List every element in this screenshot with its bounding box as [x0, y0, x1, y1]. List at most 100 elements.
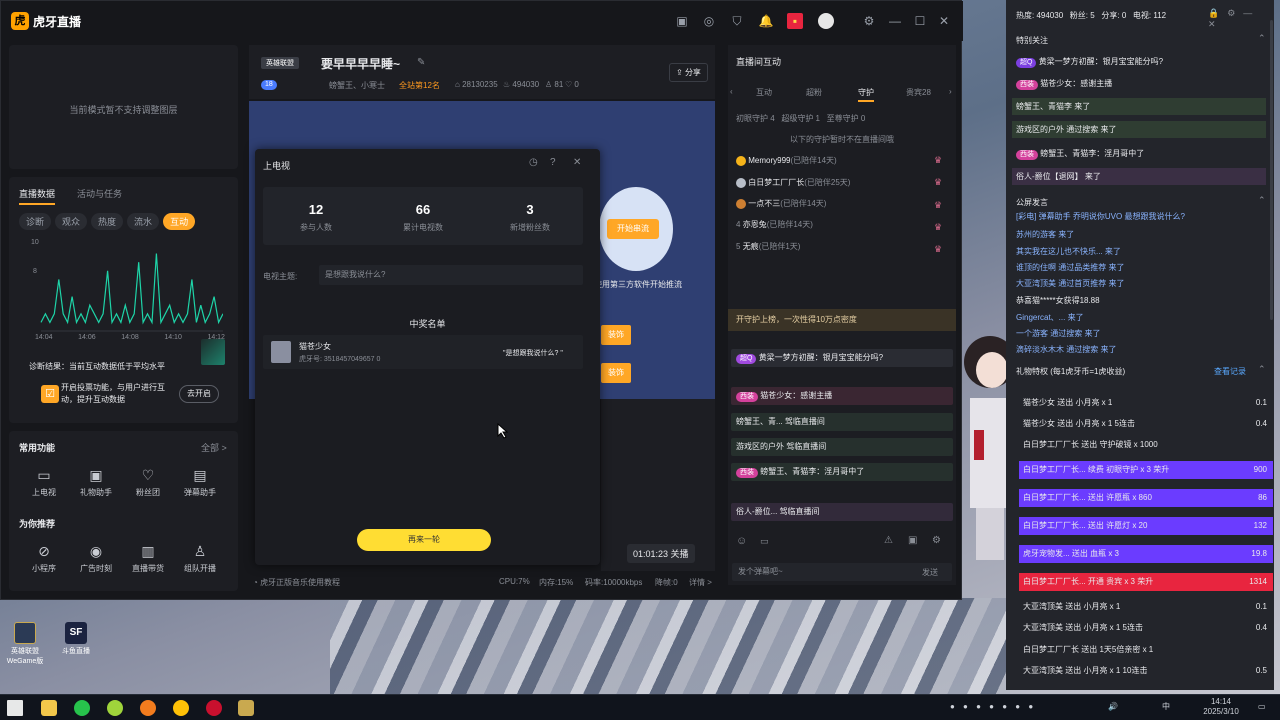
tool-fan-club[interactable]: ♡ 粉丝团 [123, 467, 173, 498]
tab-guard[interactable]: 守护 [858, 87, 874, 102]
chat-message[interactable]: 螃蟹王、青... 驾临直播间 [731, 413, 953, 431]
decoration-button[interactable]: 装饰 [601, 363, 631, 383]
view-records-link[interactable]: 查看记录 [1214, 366, 1246, 377]
volume-icon[interactable]: 🔊 [1108, 702, 1118, 712]
notification-icon[interactable]: ▭ [1258, 702, 1266, 712]
chip-diagnose[interactable]: 诊断 [19, 213, 52, 230]
shirt-icon[interactable]: ⛉ [729, 13, 745, 29]
gift-icon[interactable]: ▪ [787, 13, 803, 29]
tabs-next-icon[interactable]: › [949, 87, 952, 96]
danmaku-input[interactable]: 发个弹幕吧~ [732, 563, 952, 581]
lol-taskbar-icon[interactable] [238, 700, 254, 716]
music-hint[interactable]: ◔ 虎牙正版音乐使用教程 [253, 577, 340, 588]
ime-indicator[interactable]: 中 [1162, 702, 1170, 712]
stop-stream-timer[interactable]: 01:01:23 关播 [627, 544, 695, 563]
tool-mini-program[interactable]: ⊘ 小程序 [19, 543, 69, 574]
history-icon[interactable]: ◷ [529, 157, 538, 168]
wechat-icon[interactable] [74, 700, 90, 716]
guard-row[interactable]: 4 亦恩兔(已陪伴14天) [736, 219, 813, 230]
chat-message[interactable]: 俗人-爵位... 驾临直播间 [731, 503, 953, 521]
layer-panel: 当前模式暂不支持调整图层 [9, 45, 238, 169]
collapse-icon[interactable]: ⌃ [1258, 195, 1266, 206]
tool-danmaku-helper[interactable]: ▤ 弹幕助手 [175, 467, 225, 498]
gift-text: 大亚湾顶美 送出 小月亮 x 1 5连击 [1023, 623, 1144, 632]
close-icon[interactable]: ✕ [936, 13, 952, 29]
tray-icons[interactable]: ● ● ● ● ● ● ● [950, 702, 1100, 712]
guard-row[interactable]: 5 无痕(已陪伴1天) [736, 241, 800, 252]
send-button[interactable]: 发送 [922, 567, 938, 578]
warning-icon[interactable]: ⚠ [884, 535, 893, 546]
box-icon[interactable]: ▣ [674, 13, 690, 29]
chrome-icon[interactable] [107, 700, 123, 716]
firefox-icon[interactable] [140, 700, 156, 716]
obs-icon[interactable] [206, 700, 222, 716]
tool-ad-time[interactable]: ◉ 广告时刻 [71, 543, 121, 574]
clock[interactable]: 14:14 2025/3/10 [1196, 697, 1246, 717]
share-button[interactable]: ⇪ 分享 [669, 63, 708, 82]
chat-message[interactable]: 超Q 黄梁一梦方初醒：银月宝宝能分吗? [731, 349, 953, 367]
game-icon[interactable]: ◎ [701, 13, 717, 29]
settings-small-icon[interactable]: ⚙ [932, 535, 941, 546]
start-stream-button[interactable]: 开始串流 [607, 219, 659, 239]
minimize-icon[interactable]: — [887, 13, 903, 29]
another-round-button[interactable]: 再来一轮 [357, 529, 491, 551]
decoration-button[interactable]: 装饰 [601, 325, 631, 345]
tool-live-shopping[interactable]: ▥ 直播带货 [123, 543, 173, 574]
detail-link[interactable]: 详情 > [689, 577, 712, 588]
emoji-icon[interactable]: ☺ [736, 535, 747, 547]
chip-flow[interactable]: 流水 [127, 213, 160, 230]
desktop-icon-douyu[interactable]: SF 斗鱼直播 [54, 622, 98, 656]
guard-row[interactable]: 白日梦工厂厂长(已陪伴25天) [736, 177, 850, 188]
collapse-icon[interactable]: ⌃ [1258, 33, 1266, 44]
guard-name: Memory999 [748, 156, 791, 165]
huya-taskbar-icon[interactable] [173, 700, 189, 716]
gift-text: 大亚湾顶美 送出 小月亮 x 1 10连击 [1023, 666, 1148, 675]
guard-promo-banner[interactable]: 开守护上榜，一次性得10万点密度 [728, 309, 956, 331]
chat-message[interactable]: 西装 螃蟹王、青猫李：淫月哥中了 [731, 463, 953, 481]
chip-interaction[interactable]: 互动 [163, 213, 196, 230]
screenshot-icon[interactable]: ▣ [908, 535, 917, 546]
common-functions-title: 常用功能 [19, 443, 56, 453]
collapse-icon[interactable]: ⌃ [1258, 364, 1266, 375]
tip-open-button[interactable]: 去开启 [179, 385, 219, 403]
avatar[interactable] [818, 13, 834, 29]
heart-icon: ♡ [141, 467, 155, 483]
bell-icon[interactable]: 🔔 [758, 13, 774, 29]
tab-super-fans[interactable]: 超粉 [806, 87, 822, 98]
gift-row: 大亚湾顶美 送出 小月亮 x 1 5连击 0.4 [1019, 619, 1273, 637]
helper-scrollbar[interactable] [1270, 20, 1273, 320]
fans-stat: ♙ 81 [545, 80, 564, 89]
maximize-icon[interactable]: ☐ [912, 13, 928, 29]
tab-live-data[interactable]: 直播数据 [19, 187, 56, 205]
tabs-prev-icon[interactable]: ‹ [730, 87, 733, 96]
tab-activity-tasks[interactable]: 活动与任务 [77, 187, 122, 200]
tab-interaction[interactable]: 互动 [756, 87, 772, 98]
helper-window-controls[interactable]: 🔒⚙—✕ [1208, 8, 1274, 30]
tool-label: 上电视 [32, 488, 56, 497]
gift-value: 86 [1258, 493, 1267, 502]
desktop-icon-lol[interactable]: 英雄联盟WeGame版 [3, 622, 47, 666]
guard-badge-column: ♛ ♛ ♛ ♛ ♛ [934, 155, 948, 255]
chip-audience[interactable]: 观众 [55, 213, 88, 230]
windows-start-icon[interactable] [7, 700, 23, 716]
all-functions-link[interactable]: 全部 > [201, 441, 227, 454]
explorer-icon[interactable] [41, 700, 57, 716]
dialog-close-icon[interactable]: ✕ [573, 157, 581, 168]
chip-heat[interactable]: 热度 [91, 213, 124, 230]
chat-message[interactable]: 西装 猫苍少女：感谢主播 [731, 387, 953, 405]
tool-label: 弹幕助手 [184, 488, 216, 497]
help-icon[interactable]: ? [550, 157, 556, 168]
tool-gift-helper[interactable]: ▣ 礼物助手 [71, 467, 121, 498]
guard-row[interactable]: 一点不三(已陪伴14天) [736, 198, 826, 209]
chat-message[interactable]: 游戏区的户外 驾临直播间 [731, 438, 953, 456]
tab-vip[interactable]: 贵宾28 [906, 87, 931, 98]
guard-rank: 4 [736, 220, 741, 229]
danmaku-style-icon[interactable]: ▭ [760, 536, 769, 547]
guard-row[interactable]: Memory999(已陪伴14天) [736, 155, 837, 166]
interaction-panel: 直播间互动 ‹ 互动 超粉 守护 贵宾28 › 初眼守护 4 超级守护 1 至尊… [728, 45, 956, 585]
category-badge[interactable]: 英雄联盟 [261, 57, 299, 69]
edit-icon[interactable]: ✎ [417, 57, 425, 68]
gear-icon[interactable]: ⚙ [861, 13, 877, 29]
tool-team-stream[interactable]: ♙ 组队开播 [175, 543, 225, 574]
tool-tv[interactable]: ▭ 上电视 [19, 467, 69, 498]
